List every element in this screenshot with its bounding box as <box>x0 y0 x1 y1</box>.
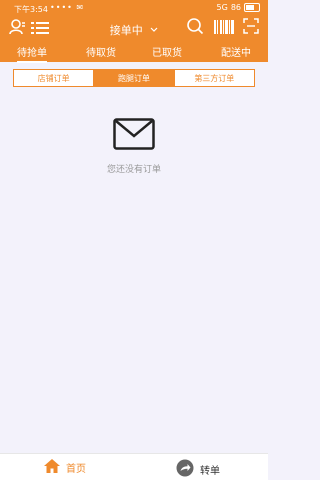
tab-pending-pickup[interactable]: 待取货 <box>86 44 116 59</box>
battery-level: 86 <box>230 3 241 12</box>
segment-third-party-orders[interactable]: 第三方订单 <box>173 70 254 86</box>
status-right: 5G 86 <box>217 3 260 12</box>
battery-icon <box>244 3 260 12</box>
segment-store-orders[interactable]: 店铺订单 <box>14 70 93 86</box>
scan-icon[interactable] <box>243 18 259 38</box>
bottom-nav: 首页 转单 <box>0 453 268 480</box>
top-bar: 下午3:54 •••• ✉ 5G 86 接单中 待抢单 待取货 已取货 配送中 <box>0 0 268 63</box>
order-type-segment: 店铺订单 跑腿订单 第三方订单 <box>13 69 255 87</box>
status-time: 下午3:54 <box>14 5 48 14</box>
home-icon <box>44 459 60 476</box>
empty-state-text: 您还没有订单 <box>106 165 161 175</box>
signal-label: 5G <box>216 3 228 12</box>
tab-delivering[interactable]: 配送中 <box>221 44 251 59</box>
status-bar: 下午3:54 •••• ✉ 5G 86 <box>0 0 268 16</box>
nav-transfer-label: 转单 <box>200 466 220 477</box>
chevron-down-icon <box>150 26 158 36</box>
status-title-label: 接单中 <box>109 24 143 37</box>
forward-icon <box>176 459 194 480</box>
search-icon[interactable] <box>186 17 204 39</box>
empty-state: 您还没有订单 <box>0 118 268 175</box>
tab-pending-grab[interactable]: 待抢单 <box>17 44 47 63</box>
order-tabs: 待抢单 待取货 已取货 配送中 <box>0 42 268 63</box>
tab-picked-up[interactable]: 已取货 <box>152 44 182 59</box>
barcode-icon[interactable] <box>214 19 234 38</box>
nav-home[interactable]: 首页 <box>44 459 86 476</box>
nav-home-label: 首页 <box>66 464 86 475</box>
segment-errand-orders[interactable]: 跑腿订单 <box>93 70 174 86</box>
header: 接单中 <box>0 16 268 38</box>
nav-transfer[interactable]: 转单 <box>176 459 220 480</box>
status-notifications: •••• ✉ <box>50 3 85 12</box>
envelope-icon <box>113 118 155 154</box>
